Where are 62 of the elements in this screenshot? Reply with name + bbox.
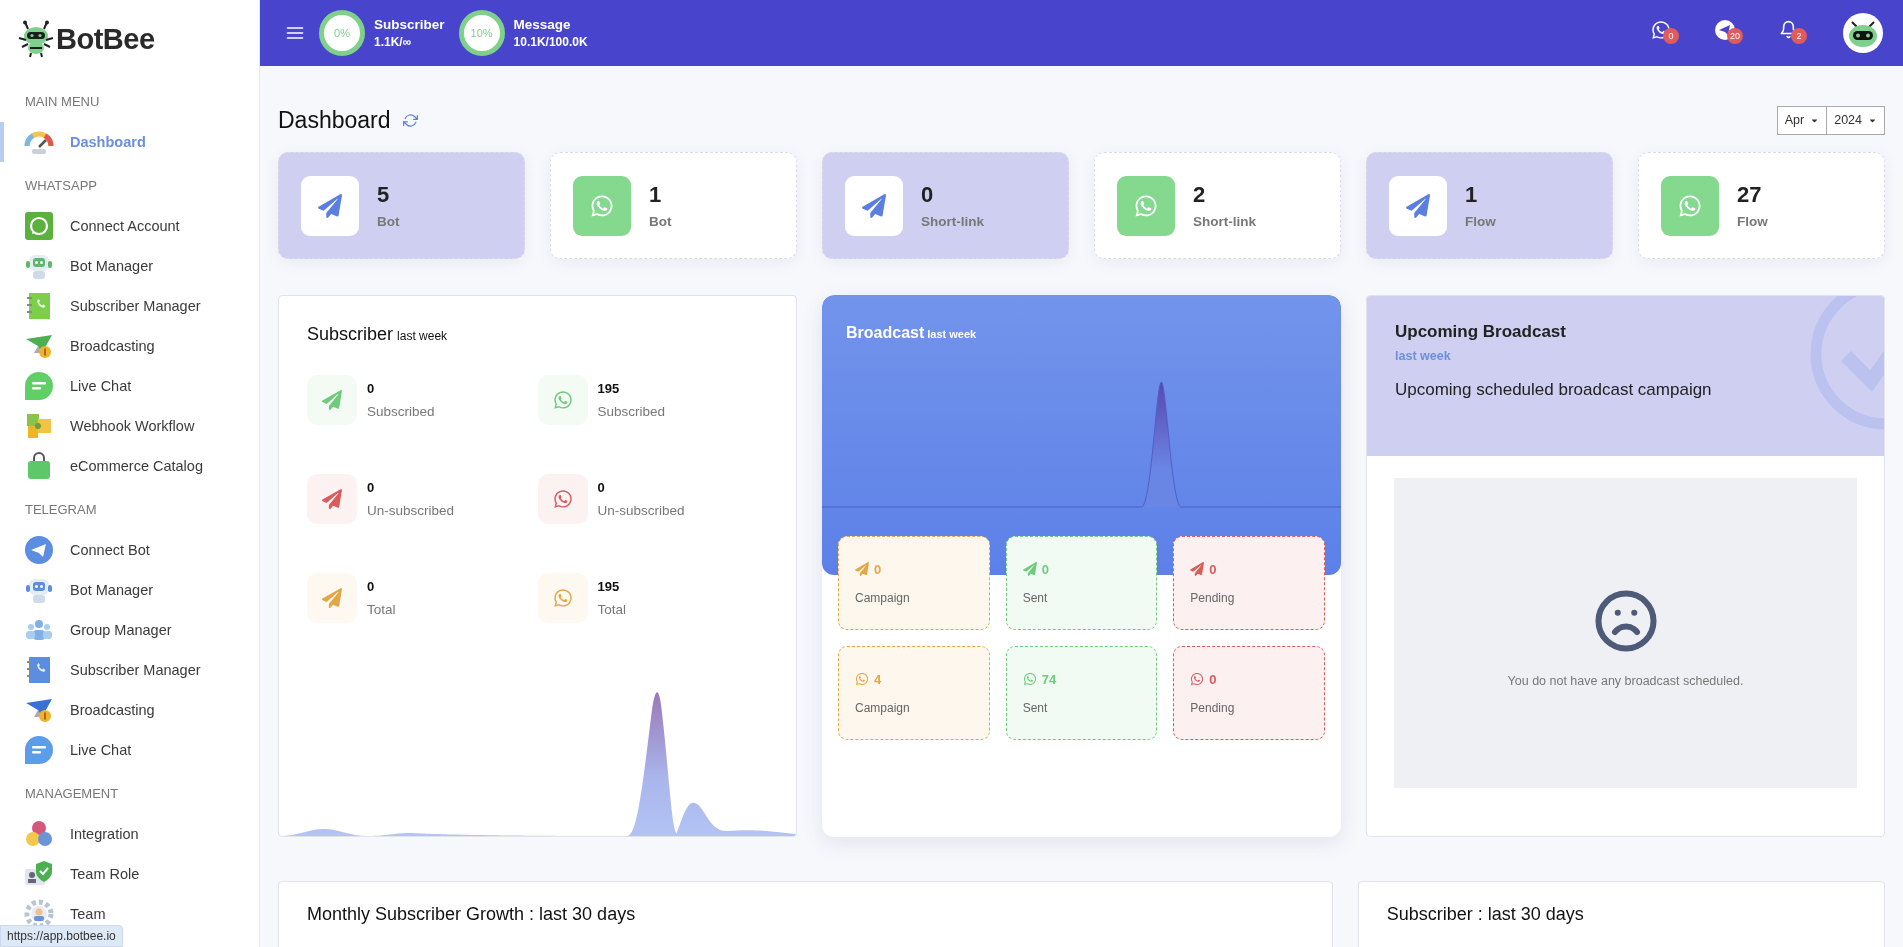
- stat-value: 0: [367, 480, 376, 495]
- stat-label: Total: [367, 602, 396, 617]
- empty-message: You do not have any broadcast scheduled.: [1507, 674, 1744, 688]
- tile-label: Sent: [1022, 700, 1049, 715]
- stat-label: Short-link: [921, 214, 984, 229]
- brand-name: BotBee: [56, 22, 155, 56]
- card-subtitle: last week: [397, 329, 448, 343]
- tile-label: Sent: [1022, 590, 1049, 605]
- stat-value: 0: [367, 579, 376, 594]
- stat-label: Bot: [649, 214, 672, 229]
- stat-label: Un-subscribed: [597, 503, 685, 518]
- stat-value: 27: [1737, 182, 1763, 208]
- tile-label: Campaign: [855, 700, 911, 715]
- section-heading: MANAGEMENT: [24, 785, 120, 803]
- stat-value: 2: [1193, 182, 1207, 208]
- stat-label: Subscribed: [367, 404, 435, 419]
- stat-value: 0: [597, 480, 606, 495]
- card-subtitle: last week: [927, 328, 977, 340]
- stat-label: Un-subscribed: [367, 503, 455, 518]
- stat-value: 195: [597, 381, 621, 396]
- stat-value: 0: [921, 182, 935, 208]
- stat-label: Bot: [377, 214, 400, 229]
- usage-value: 10.1K/100.0K: [513, 35, 588, 49]
- page-title: Dashboard: [278, 106, 391, 134]
- usage-label: Subscriber: [374, 17, 445, 32]
- stat-label: Total: [597, 602, 627, 617]
- card-title: Broadcast last week: [845, 323, 978, 342]
- usage-ring: 10%: [458, 10, 505, 56]
- tile-label: Campaign: [855, 590, 911, 605]
- count-badge: 20: [1727, 28, 1743, 44]
- stat-label: Short-link: [1193, 214, 1256, 229]
- card-description: Upcoming scheduled broadcast campaign: [1395, 380, 1713, 400]
- tile-value: 4: [874, 671, 882, 687]
- stat-value: 1: [649, 182, 663, 208]
- stat-value: 195: [597, 579, 621, 594]
- tile-value: 74: [1041, 671, 1057, 687]
- stat-value: 5: [377, 182, 391, 208]
- usage-ring: 0%: [319, 10, 365, 56]
- stat-label: Flow: [1465, 214, 1496, 229]
- stat-value: 0: [367, 381, 376, 396]
- stat-label: Subscribed: [597, 404, 666, 419]
- stat-label: Flow: [1737, 214, 1768, 229]
- tile-value: 0: [1209, 671, 1217, 687]
- tile-value: 0: [1209, 561, 1217, 577]
- stat-value: 1: [1465, 182, 1479, 208]
- usage-value: 1.1K/∞: [374, 35, 413, 49]
- card-subtitle: last week: [1395, 349, 1452, 363]
- tile-label: Pending: [1190, 590, 1236, 605]
- tile-value: 0: [874, 561, 882, 577]
- tile-label: Pending: [1190, 700, 1236, 715]
- card-title: Upcoming Broadcast: [1395, 322, 1567, 342]
- card-title: Monthly Subscriber Growth : last 30 days: [307, 904, 636, 924]
- tile-value: 0: [1041, 561, 1049, 577]
- section-heading: MAIN MENU: [24, 93, 101, 111]
- usage-label: Message: [513, 17, 572, 32]
- card-title: Subscriber : last 30 days: [1386, 904, 1584, 924]
- section-heading: WHATSAPP: [24, 177, 98, 195]
- count-badge: 2: [1791, 28, 1807, 44]
- link-tooltip: https://app.botbee.io: [0, 925, 123, 947]
- card-title: Subscriber last week: [306, 323, 449, 345]
- count-badge: 0: [1663, 28, 1679, 44]
- section-heading: TELEGRAM: [24, 501, 98, 519]
